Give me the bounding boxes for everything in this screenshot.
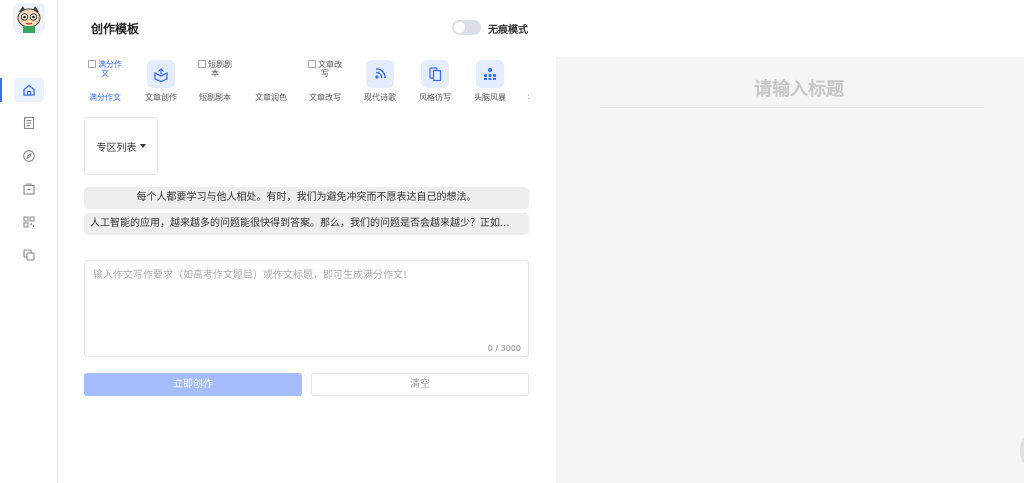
template-icon-box <box>421 60 449 88</box>
broken-image-alt: 短剧剧 <box>208 60 232 69</box>
prompt-placeholder: 输入作文写作要求（如高考作文题目）或作文标题，即可生成满分作文! <box>93 270 408 281</box>
prompt-textarea[interactable]: 输入作文写作要求（如高考作文题目）或作文标题，即可生成满分作文! 0 / 300… <box>84 260 529 357</box>
broken-image-icon <box>88 60 96 68</box>
suggestion-chip[interactable]: 人工智能的应用，越来越多的问题能很快得到答案。那么，我们的问题是否会越来越少？正… <box>84 213 529 235</box>
template-icon-box <box>147 60 175 88</box>
template-scroll-more[interactable]: : <box>527 92 530 101</box>
zone-list-dropdown[interactable]: 专区列表 <box>84 117 158 175</box>
zone-list-label: 专区列表 <box>96 142 137 154</box>
template-label: 风格仿写 <box>419 93 451 102</box>
copy-doc-icon <box>429 67 442 82</box>
left-rail <box>0 0 58 483</box>
signal-wave-icon <box>375 68 386 79</box>
template-brainstorm[interactable]: 头脑风暴 <box>465 60 515 103</box>
template-label: 头脑风暴 <box>474 93 506 102</box>
broken-image-icon <box>308 60 316 68</box>
template-icon-box <box>366 60 394 88</box>
nav-documents[interactable] <box>14 111 44 135</box>
character-counter: 0 / 3000 <box>487 344 521 353</box>
template-short-drama-script[interactable]: 短剧剧 本 短剧剧本 <box>190 60 240 103</box>
briefcase-icon <box>23 183 35 195</box>
template-article-creation[interactable]: 文章创作 <box>136 60 186 103</box>
broken-image-alt: 文章改 <box>318 60 342 69</box>
broken-image: 满分作 文 <box>80 60 130 88</box>
qr-grid-icon <box>23 216 35 228</box>
template-label: 短剧剧本 <box>199 93 231 102</box>
broken-image-alt: 满分作 <box>98 60 122 69</box>
template-icon-box <box>476 60 504 88</box>
broken-image-alt: 本 <box>211 69 219 78</box>
template-modern-poetry[interactable]: 现代诗歌 <box>355 60 405 103</box>
broken-image-alt: 写 <box>321 69 329 78</box>
broken-image: 短剧剧 本 <box>190 60 240 88</box>
compass-icon <box>23 150 35 162</box>
preview-panel: 请输入标题 <box>556 57 1024 483</box>
template-icon-placeholder <box>246 60 296 88</box>
incognito-toggle-label: 无痕模式 <box>488 25 528 36</box>
broken-image-icon <box>198 60 206 68</box>
nav-discover[interactable] <box>14 144 44 168</box>
template-label: 文章改写 <box>309 93 341 102</box>
template-label: 文章创作 <box>145 93 177 102</box>
home-icon <box>23 84 35 96</box>
template-article-rewrite[interactable]: 文章改 写 文章改写 <box>300 60 350 103</box>
broken-image: 文章改 写 <box>300 60 350 88</box>
open-box-icon <box>154 68 168 83</box>
floating-handle[interactable] <box>1020 437 1024 465</box>
create-now-button[interactable]: 立即创作 <box>84 373 302 396</box>
template-label: 满分作文 <box>89 93 121 102</box>
template-full-score-essay[interactable]: 满分作 文 满分作文 <box>80 60 130 103</box>
template-label: 现代诗歌 <box>364 93 396 102</box>
preview-title-input[interactable]: 请输入标题 <box>556 75 1024 101</box>
mascot-icon <box>13 3 45 33</box>
app-logo[interactable] <box>13 3 45 33</box>
document-icon <box>23 116 35 130</box>
template-style-imitation[interactable]: 风格仿写 <box>410 60 460 103</box>
nav-copy[interactable] <box>14 243 44 267</box>
template-article-polish[interactable]: 文章润色 <box>246 60 296 103</box>
active-nav-marker <box>0 78 2 102</box>
incognito-toggle[interactable] <box>452 20 481 35</box>
copy-icon <box>23 249 35 261</box>
app-root: 创作模板 无痕模式 满分作 文 满分作文 文章创作 短剧剧 本 短剧剧本 文章润… <box>0 0 1024 483</box>
page-title: 创作模板 <box>91 22 140 36</box>
template-label: 文章润色 <box>255 93 287 102</box>
caret-down-icon <box>139 144 146 148</box>
nav-apps[interactable] <box>14 210 44 234</box>
nav-home[interactable] <box>14 78 44 102</box>
clear-button[interactable]: 清空 <box>311 373 529 396</box>
broken-image-alt: 文 <box>101 69 109 78</box>
nav-toolbox[interactable] <box>14 177 44 201</box>
preview-divider <box>600 107 984 108</box>
group-people-icon <box>483 68 497 80</box>
suggestion-chip[interactable]: 每个人都要学习与他人相处。有时，我们为避免冲突而不愿表达自己的想法。 <box>84 187 529 209</box>
